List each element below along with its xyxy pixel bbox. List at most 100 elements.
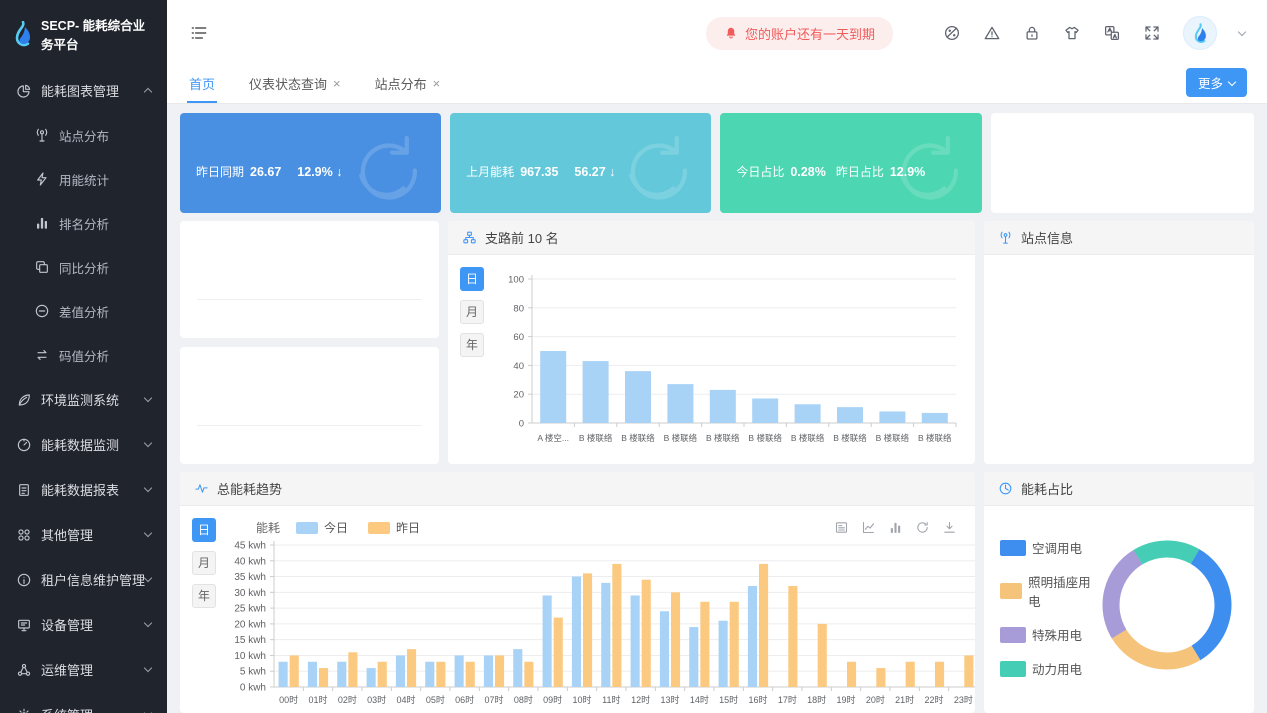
theme-icon[interactable]	[943, 24, 961, 42]
lightning-icon	[34, 171, 50, 187]
period-toggle[interactable]: 月	[460, 300, 484, 324]
period-toggle[interactable]: 年	[192, 584, 216, 608]
sidebar-subitem[interactable]: 码值分析	[0, 333, 167, 377]
svg-text:10 kwh: 10 kwh	[234, 651, 266, 662]
kpi-card: 上月能耗967.3556.27 ↓	[450, 113, 711, 213]
svg-text:40 kwh: 40 kwh	[234, 557, 266, 568]
svg-text:22时: 22时	[924, 694, 943, 705]
sidebar-item-label: 能耗数据监测	[41, 435, 119, 454]
shirt-icon[interactable]	[1063, 24, 1081, 42]
gauge-icon	[16, 437, 32, 453]
legend-item[interactable]: 特殊用电	[1000, 625, 1092, 644]
svg-text:20: 20	[513, 390, 524, 401]
chevron-down-icon	[144, 439, 152, 447]
svg-text:80: 80	[513, 303, 524, 314]
donut-wrap	[1092, 530, 1242, 703]
pulse-icon	[194, 481, 209, 496]
sidebar-subitem[interactable]: 用能统计	[0, 157, 167, 201]
svg-text:02时: 02时	[338, 694, 357, 705]
branch-bar-chart: 020406080100A 楼空...B 楼联络B 楼联络B 楼联络B 楼联络B…	[494, 265, 964, 463]
svg-text:20 kwh: 20 kwh	[234, 620, 266, 631]
share-legend: 空调用电照明插座用电特殊用电动力用电	[1000, 538, 1092, 703]
sidebar-subitem[interactable]: 差值分析	[0, 289, 167, 333]
tab[interactable]: 站点分布 ×	[373, 65, 443, 103]
flame-logo-icon	[12, 21, 34, 47]
sidebar-item[interactable]: 能耗数据报表	[0, 467, 167, 512]
sidebar-item[interactable]: 运维管理	[0, 647, 167, 692]
main-area: 您的账户还有一天到期 首页仪表状态查询× 站点分布 × 更多	[167, 0, 1267, 713]
download-icon[interactable]	[942, 520, 957, 535]
sidebar-item-label: 租户信息维护管理	[41, 570, 145, 589]
trend-panel: 总能耗趋势 日月年 能耗 今日昨日 0 kwh5 kwh10 kwh15 kwh…	[180, 472, 975, 713]
legend-swatch	[368, 522, 390, 534]
tab-label: 站点分布	[375, 74, 427, 93]
translate-icon[interactable]	[1103, 24, 1121, 42]
period-toggle[interactable]: 日	[192, 518, 216, 542]
refresh-icon[interactable]	[915, 520, 930, 535]
warning-triangle-icon[interactable]	[983, 24, 1001, 42]
legend-item[interactable]: 空调用电	[1000, 538, 1092, 557]
chevron-down-icon	[144, 619, 152, 627]
legend-item[interactable]: 今日	[296, 519, 348, 536]
legend-item[interactable]: 昨日	[368, 519, 420, 536]
sidebar-item[interactable]: 租户信息维护管理	[0, 557, 167, 602]
more-chevron-down-icon	[1228, 77, 1236, 85]
svg-text:14时: 14时	[690, 694, 709, 705]
svg-text:B 楼联络: B 楼联络	[918, 433, 952, 443]
collapse-menu-icon[interactable]	[189, 23, 209, 43]
alert-text: 您的账户还有一天到期	[745, 24, 875, 43]
lock-icon[interactable]	[1023, 24, 1041, 42]
svg-text:B 楼联络: B 楼联络	[833, 433, 867, 443]
share-panel-title: 能耗占比	[1021, 479, 1073, 498]
svg-text:45 kwh: 45 kwh	[234, 541, 266, 552]
pie-chart-icon	[16, 83, 32, 99]
legend-label: 今日	[324, 519, 348, 536]
trend-chart-area: 能耗 今日昨日 0 kwh5 kwh10 kwh15 kwh20 kwh25 k…	[226, 516, 965, 709]
branch-panel-header: 支路前 10 名	[448, 221, 975, 255]
legend-item[interactable]: 照明插座用电	[1000, 572, 1092, 610]
sidebar-item[interactable]: 环境监测系统	[0, 377, 167, 422]
trend-panel-header: 总能耗趋势	[180, 472, 975, 506]
sidebar-item[interactable]: 能耗图表管理	[0, 68, 167, 113]
sidebar-subitem-label: 站点分布	[59, 126, 109, 145]
svg-text:35 kwh: 35 kwh	[234, 572, 266, 583]
sidebar-item[interactable]: 其他管理	[0, 512, 167, 557]
data-view-icon[interactable]	[834, 520, 849, 535]
svg-text:B 楼联络: B 楼联络	[876, 433, 910, 443]
usage-card	[180, 221, 439, 338]
sidebar-subitem-label: 同比分析	[59, 258, 109, 277]
svg-text:100: 100	[508, 275, 524, 286]
tab[interactable]: 首页	[187, 65, 217, 103]
branch-period-toggles: 日月年	[460, 267, 484, 460]
minus-circle-icon	[34, 303, 50, 319]
sidebar-subitem[interactable]: 排名分析	[0, 201, 167, 245]
sidebar-item[interactable]: 系统管理	[0, 692, 167, 713]
period-toggle[interactable]: 日	[460, 267, 484, 291]
account-expiry-alert[interactable]: 您的账户还有一天到期	[706, 17, 893, 50]
avatar[interactable]	[1183, 16, 1217, 50]
sidebar-item[interactable]: 设备管理	[0, 602, 167, 647]
tabs: 首页仪表状态查询× 站点分布 ×	[187, 65, 472, 103]
sidebar-subitem[interactable]: 站点分布	[0, 113, 167, 157]
svg-text:B 楼联络: B 楼联络	[579, 433, 613, 443]
legend-item[interactable]: 动力用电	[1000, 659, 1092, 678]
share-panel-header: 能耗占比	[984, 472, 1254, 506]
fullscreen-icon[interactable]	[1143, 24, 1161, 42]
period-toggle[interactable]: 月	[192, 551, 216, 575]
more-button[interactable]: 更多	[1186, 68, 1247, 97]
trend-panel-title: 总能耗趋势	[217, 479, 282, 498]
bar-chart-icon[interactable]	[888, 520, 903, 535]
sidebar-subitem[interactable]: 同比分析	[0, 245, 167, 289]
tab-close-icon[interactable]: ×	[333, 76, 341, 91]
topbar-right: 您的账户还有一天到期	[706, 16, 1245, 50]
svg-text:04时: 04时	[396, 694, 415, 705]
tab[interactable]: 仪表状态查询×	[247, 65, 343, 103]
report-icon	[16, 482, 32, 498]
user-chevron-down-icon[interactable]	[1238, 27, 1246, 35]
svg-text:01时: 01时	[308, 694, 327, 705]
line-chart-icon[interactable]	[861, 520, 876, 535]
tab-close-icon[interactable]: ×	[433, 76, 441, 91]
sidebar-item[interactable]: 能耗数据监测	[0, 422, 167, 467]
usage-column	[180, 221, 439, 464]
period-toggle[interactable]: 年	[460, 333, 484, 357]
